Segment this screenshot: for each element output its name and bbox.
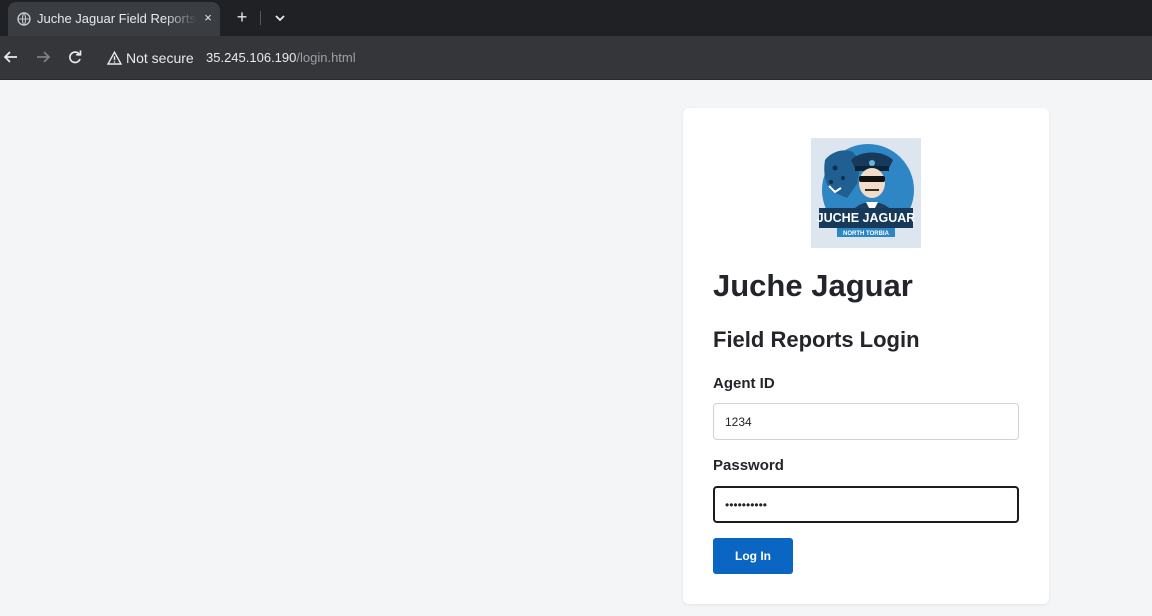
globe-icon <box>17 12 31 26</box>
login-card: JUCHE JAGUAR NORTH TORBIA Juche Jaguar F… <box>683 108 1049 604</box>
reload-icon[interactable] <box>66 48 84 66</box>
url-path: /login.html <box>296 50 356 65</box>
password-input[interactable] <box>713 486 1019 523</box>
tab-divider <box>260 11 261 25</box>
logo-tagline: NORTH TORBIA <box>843 231 890 237</box>
security-label: Not secure <box>126 50 194 66</box>
login-heading: Field Reports Login <box>713 327 920 352</box>
tab-title: Juche Jaguar Field Reports Login <box>37 11 197 26</box>
agent-id-input[interactable] <box>713 403 1019 440</box>
new-tab-button[interactable]: + <box>231 6 253 28</box>
juche-jaguar-logo: JUCHE JAGUAR NORTH TORBIA <box>811 138 921 248</box>
security-indicator[interactable]: Not secure <box>107 49 194 67</box>
close-tab-icon[interactable]: × <box>200 10 216 26</box>
chevron-down-icon[interactable] <box>270 8 290 28</box>
agent-id-label: Agent ID <box>713 375 775 392</box>
forward-arrow-icon[interactable] <box>34 48 52 66</box>
back-arrow-icon[interactable] <box>2 48 20 66</box>
address-bar[interactable]: Not secure 35.245.106.190/login.html <box>98 41 1138 73</box>
warning-icon <box>107 51 122 65</box>
logo-wordmark: JUCHE JAGUAR <box>817 211 916 225</box>
url-text[interactable]: 35.245.106.190/login.html <box>206 50 356 65</box>
password-label: Password <box>713 457 784 474</box>
login-button[interactable]: Log In <box>713 538 793 574</box>
page-viewport: JUCHE JAGUAR NORTH TORBIA Juche Jaguar F… <box>0 80 1152 616</box>
browser-tab-strip: Juche Jaguar Field Reports Login × + <box>0 0 1152 36</box>
browser-toolbar: Not secure 35.245.106.190/login.html <box>0 36 1152 80</box>
url-host: 35.245.106.190 <box>206 50 297 65</box>
page-title: Juche Jaguar <box>713 268 913 303</box>
browser-tab[interactable]: Juche Jaguar Field Reports Login × <box>8 2 220 36</box>
